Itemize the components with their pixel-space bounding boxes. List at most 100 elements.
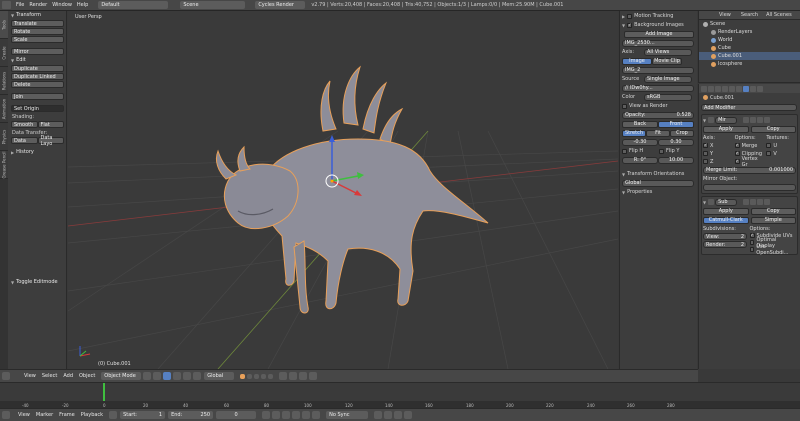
data-button[interactable]: Data bbox=[11, 137, 38, 144]
jump-start-icon[interactable] bbox=[262, 411, 270, 419]
operator-panel-header[interactable]: ▼Toggle Editmode bbox=[9, 278, 66, 286]
flip-h-checkbox[interactable] bbox=[622, 149, 627, 154]
auto-keying-icon[interactable] bbox=[374, 411, 382, 419]
tab-physics[interactable]: Physics bbox=[0, 123, 8, 151]
layer-5-icon[interactable] bbox=[268, 374, 273, 379]
transform-orientations-panel-header[interactable]: ▼Transform Orientations bbox=[622, 170, 695, 178]
fit-button[interactable]: Fit bbox=[646, 130, 670, 137]
apply-button[interactable]: Apply bbox=[703, 126, 749, 133]
layer-3-icon[interactable] bbox=[254, 374, 259, 379]
translate-manipulator-icon[interactable] bbox=[173, 372, 181, 380]
next-keyframe-icon[interactable] bbox=[302, 411, 310, 419]
modifiers-tab-icon[interactable] bbox=[743, 86, 749, 92]
merge-limit-field[interactable]: Merge Limit:0.001000 bbox=[703, 167, 796, 174]
insert-keyframe-icon[interactable] bbox=[394, 411, 402, 419]
editor-type-icon[interactable] bbox=[2, 372, 10, 380]
menu-view[interactable]: View bbox=[719, 12, 731, 18]
tab-image[interactable]: Image bbox=[622, 58, 652, 65]
render-engine-selector[interactable]: Cycles Render bbox=[255, 1, 305, 9]
add-image-button[interactable]: Add Image bbox=[624, 31, 694, 38]
layer-2-icon[interactable] bbox=[247, 374, 252, 379]
display-mode-dropdown[interactable]: All Scenes bbox=[766, 12, 792, 18]
render-tab-icon[interactable] bbox=[701, 86, 707, 92]
close-icon[interactable] bbox=[764, 117, 770, 123]
catmull-clark-button[interactable]: Catmull-Clark bbox=[703, 217, 749, 224]
3d-viewport[interactable]: User Persp (0) Cube.001 bbox=[68, 11, 618, 369]
transform-orientation-dropdown[interactable]: Global bbox=[204, 372, 234, 380]
axis-y-checkbox[interactable] bbox=[703, 151, 708, 156]
close-icon[interactable] bbox=[764, 199, 770, 205]
use-opensubdiv-checkbox[interactable] bbox=[750, 247, 755, 252]
outliner-item-icosphere[interactable]: Icosphere bbox=[699, 60, 800, 68]
constraints-tab-icon[interactable] bbox=[736, 86, 742, 92]
smooth-button[interactable]: Smooth bbox=[11, 121, 38, 128]
translate-button[interactable]: Translate bbox=[11, 20, 64, 27]
set-origin-dropdown[interactable]: Set Origin bbox=[11, 105, 64, 112]
material-tab-icon[interactable] bbox=[757, 86, 763, 92]
outliner-item-cube001[interactable]: Cube.001 bbox=[699, 52, 800, 60]
duplicate-linked-button[interactable]: Duplicate Linked bbox=[11, 73, 64, 80]
motion-tracking-panel-header[interactable]: ▶Motion Tracking bbox=[622, 12, 695, 20]
scale-button[interactable]: Scale bbox=[11, 36, 64, 43]
texture-v-checkbox[interactable] bbox=[766, 151, 771, 156]
crop-button[interactable]: Crop bbox=[670, 130, 694, 137]
layer-buttons[interactable] bbox=[238, 374, 273, 379]
tab-relations[interactable]: Relations bbox=[0, 67, 8, 95]
background-image-entry[interactable]: IMG_2530... bbox=[622, 40, 694, 47]
keying-set-icon[interactable] bbox=[384, 411, 392, 419]
properties-panel-header[interactable]: ▼Properties bbox=[622, 188, 695, 196]
menu-marker[interactable]: Marker bbox=[36, 412, 53, 418]
rotate-button[interactable]: Rotate bbox=[11, 28, 64, 35]
creature-mesh[interactable] bbox=[216, 67, 488, 313]
vertex-groups-checkbox[interactable] bbox=[735, 159, 740, 164]
mirror-object-field[interactable] bbox=[703, 184, 796, 191]
pivot-point-icon[interactable] bbox=[153, 372, 161, 380]
axis-x-checkbox[interactable] bbox=[703, 143, 708, 148]
add-modifier-dropdown[interactable]: Add Modifier bbox=[701, 104, 797, 111]
apply-button[interactable]: Apply bbox=[703, 208, 749, 215]
edit-panel-header[interactable]: ▼Edit bbox=[9, 56, 66, 64]
menu-view[interactable]: View bbox=[24, 373, 36, 379]
copy-button[interactable]: Copy bbox=[751, 208, 797, 215]
delete-keyframe-icon[interactable] bbox=[404, 411, 412, 419]
transform-panel-header[interactable]: ▼Transform bbox=[9, 11, 66, 19]
end-frame-field[interactable]: End:250 bbox=[168, 411, 213, 419]
show-render-icon[interactable] bbox=[743, 117, 749, 123]
prev-keyframe-icon[interactable] bbox=[272, 411, 280, 419]
proportional-edit-icon[interactable] bbox=[279, 372, 287, 380]
mirror-button[interactable]: Mirror bbox=[11, 48, 64, 55]
outliner-item-world[interactable]: World bbox=[699, 36, 800, 44]
stretch-button[interactable]: Stretch bbox=[622, 130, 646, 137]
sync-dropdown[interactable]: No Sync bbox=[326, 411, 368, 419]
preview-range-icon[interactable] bbox=[109, 411, 117, 419]
data-tab-icon[interactable] bbox=[750, 86, 756, 92]
modifier-name-field[interactable]: Mir bbox=[715, 117, 737, 124]
join-button[interactable]: Join bbox=[11, 93, 64, 100]
render-levels-field[interactable]: Render:2 bbox=[703, 241, 747, 248]
modifier-name-field[interactable]: Sub bbox=[715, 199, 737, 206]
source-dropdown[interactable]: Single Image bbox=[644, 76, 692, 83]
scene-selector[interactable]: Scene bbox=[180, 1, 245, 9]
clipping-checkbox[interactable] bbox=[735, 151, 740, 156]
editor-type-icon[interactable] bbox=[2, 1, 11, 9]
front-button[interactable]: Front bbox=[658, 121, 694, 128]
texture-u-checkbox[interactable] bbox=[766, 143, 771, 148]
y-offset-field[interactable]: 0.30 bbox=[658, 139, 694, 146]
layer-1-icon[interactable] bbox=[240, 374, 245, 379]
orientation-dropdown[interactable]: Global bbox=[622, 180, 694, 187]
data-layout-button[interactable]: Data Layo bbox=[38, 137, 65, 144]
editor-type-icon[interactable] bbox=[2, 411, 10, 419]
menu-view[interactable]: View bbox=[18, 412, 30, 418]
color-space-dropdown[interactable]: sRGB bbox=[644, 94, 692, 101]
image-datablock[interactable]: IMG_2 bbox=[622, 67, 694, 74]
manipulator-toggle-icon[interactable] bbox=[163, 372, 171, 380]
move-up-icon[interactable] bbox=[757, 199, 763, 205]
world-tab-icon[interactable] bbox=[722, 86, 728, 92]
rotate-manipulator-icon[interactable] bbox=[183, 372, 191, 380]
menu-file[interactable]: File bbox=[16, 2, 24, 8]
snap-target-icon[interactable] bbox=[299, 372, 307, 380]
menu-help[interactable]: Help bbox=[77, 2, 88, 8]
motion-tracking-checkbox[interactable] bbox=[627, 14, 632, 19]
scene-tab-icon[interactable] bbox=[715, 86, 721, 92]
snap-icon[interactable] bbox=[289, 372, 297, 380]
